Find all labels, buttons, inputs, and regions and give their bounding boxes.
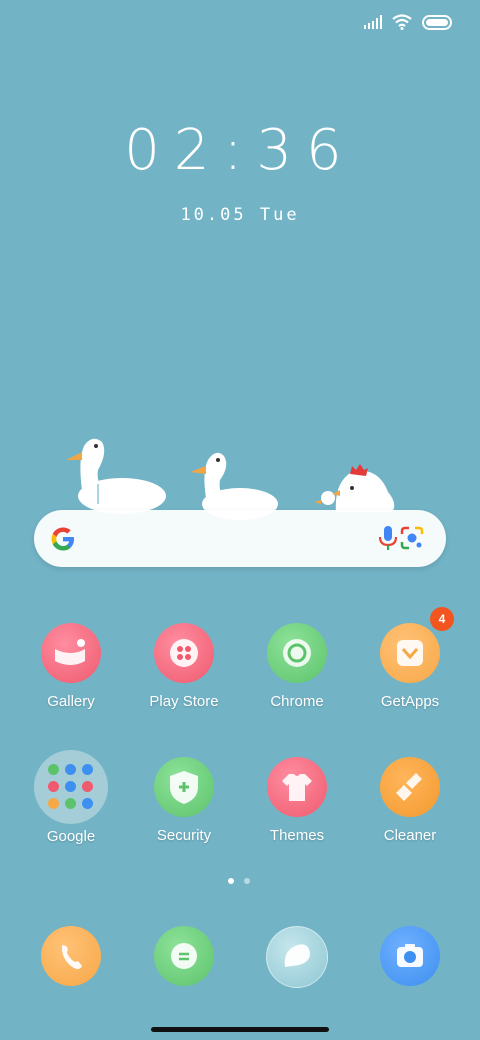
app-label: Themes (269, 827, 325, 844)
app-getapps[interactable]: 4 GetApps (355, 607, 465, 710)
page-dot (244, 878, 250, 884)
mic-icon[interactable] (376, 524, 400, 552)
app-cleaner[interactable]: Cleaner (355, 757, 465, 844)
clock-time[interactable]: 02:36 (0, 118, 480, 183)
browser-icon (266, 926, 328, 988)
app-label: Gallery (47, 693, 95, 710)
page-dot (228, 878, 234, 884)
wifi-icon (392, 14, 412, 30)
notification-badge: 4 (430, 607, 454, 631)
dock-phone[interactable] (16, 926, 126, 986)
cleaner-icon (380, 757, 440, 817)
app-label: Security (156, 827, 212, 844)
messages-icon (154, 926, 214, 986)
google-search-bar[interactable] (34, 510, 446, 567)
google-g-icon (51, 527, 74, 551)
status-bar (364, 10, 452, 34)
play-store-icon (154, 623, 214, 683)
folder-icon (34, 750, 108, 824)
clock-date[interactable]: 10.05 Tue (0, 205, 480, 225)
gallery-icon (41, 623, 101, 683)
battery-icon (422, 14, 452, 30)
dock-browser[interactable] (242, 926, 352, 988)
getapps-icon: 4 (380, 607, 454, 683)
security-icon (154, 757, 214, 817)
dock-camera[interactable] (355, 926, 465, 986)
app-label: Chrome (270, 693, 324, 710)
app-security[interactable]: Security (129, 757, 239, 844)
app-label: GetApps (380, 693, 440, 710)
app-gallery[interactable]: Gallery (16, 623, 126, 710)
dock-messages[interactable] (129, 926, 239, 986)
page-indicator (228, 878, 250, 884)
app-chrome[interactable]: Chrome (242, 623, 352, 710)
folder-google[interactable]: Google (16, 750, 126, 845)
themes-icon (267, 757, 327, 817)
app-play-store[interactable]: Play Store (129, 623, 239, 710)
camera-icon (380, 926, 440, 986)
signal-icon (364, 15, 382, 29)
app-label: Play Store (149, 693, 219, 710)
home-indicator[interactable] (151, 1027, 329, 1032)
app-themes[interactable]: Themes (242, 757, 352, 844)
lens-icon[interactable] (398, 524, 426, 552)
phone-icon (41, 926, 101, 986)
chrome-icon (267, 623, 327, 683)
folder-label: Google (46, 828, 96, 845)
app-label: Cleaner (383, 827, 437, 844)
